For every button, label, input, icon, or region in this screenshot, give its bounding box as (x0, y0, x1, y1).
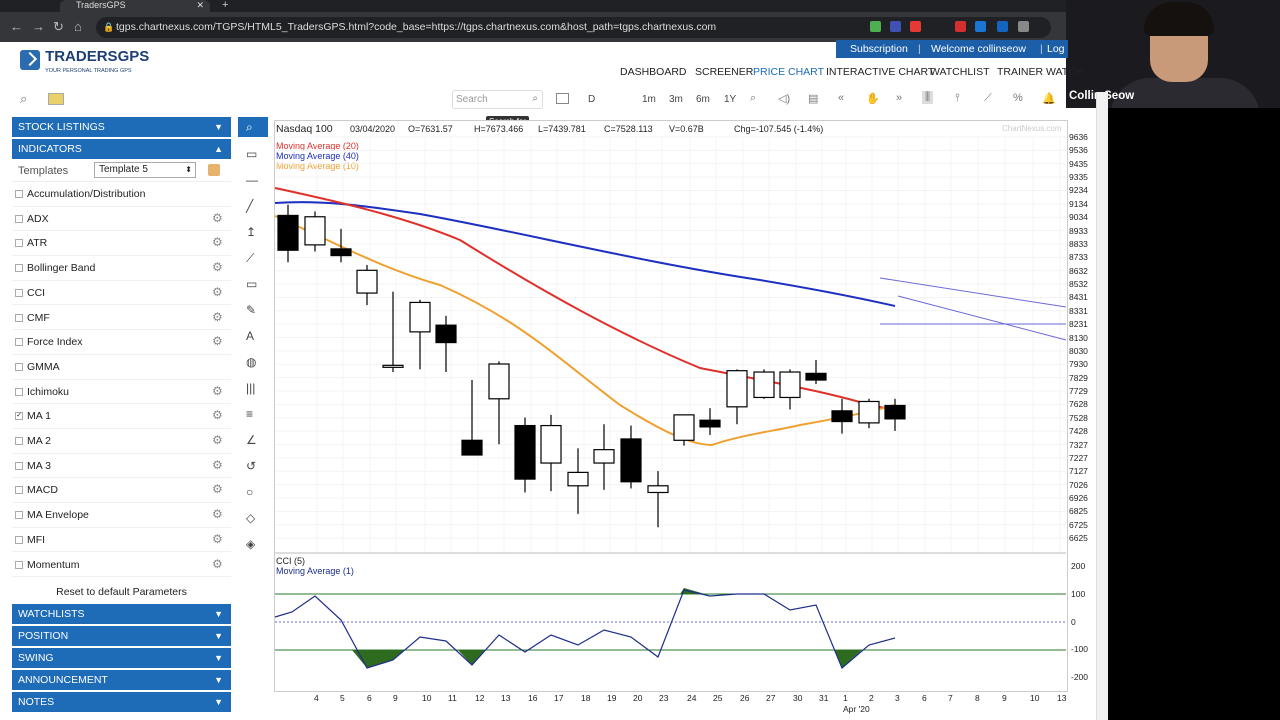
y-tick-label: 6926 (1069, 492, 1088, 503)
y-tick-label: 7628 (1069, 399, 1088, 410)
candle-body (753, 371, 775, 399)
cci-fill-oversold (835, 650, 862, 668)
x-tick-label: 4 (314, 693, 319, 703)
candle-body (779, 371, 801, 399)
candle-body (805, 372, 827, 381)
candle-body (382, 364, 404, 368)
x-tick-label: 20 (633, 693, 643, 703)
cci-fill-oversold (458, 650, 485, 665)
cci-tick-label: -200 (1071, 672, 1089, 682)
y-tick-label: 7528 (1069, 412, 1088, 423)
candle-body (726, 370, 748, 408)
y-tick-label: 8532 (1069, 279, 1088, 290)
x-tick-label: 7 (948, 693, 953, 703)
x-tick-label: 25 (713, 693, 723, 703)
candle-body (884, 404, 906, 420)
y-tick-label: 6725 (1069, 519, 1088, 530)
y-tick-label: 9536 (1069, 145, 1088, 156)
cci-tick-label: -100 (1071, 644, 1089, 654)
candle-body (330, 248, 352, 257)
candle-body (277, 214, 299, 251)
y-tick-label: 8933 (1069, 225, 1088, 236)
x-tick-label: 23 (659, 693, 669, 703)
cci-tick-label: 200 (1071, 561, 1086, 571)
y-tick-label: 7227 (1069, 452, 1088, 463)
y-tick-label: 8733 (1069, 252, 1088, 263)
candle-body (435, 324, 457, 344)
x-tick-label: 12 (475, 693, 485, 703)
y-tick-label: 7127 (1069, 466, 1088, 477)
y-tick-label: 8431 (1069, 292, 1088, 303)
candle-body (620, 438, 642, 483)
x-tick-label: 19 (607, 693, 617, 703)
x-tick-label: 9 (1002, 693, 1007, 703)
x-tick-label: 13 (1057, 693, 1067, 703)
y-tick-label: 8833 (1069, 238, 1088, 249)
x-tick-label: 11 (448, 693, 457, 703)
candle-body (647, 485, 669, 494)
candle-body (514, 424, 536, 480)
x-tick-label: 31 (819, 693, 829, 703)
x-tick-label: 5 (340, 693, 345, 703)
y-tick-label: 8331 (1069, 305, 1088, 316)
candle-body (356, 269, 378, 294)
cci-tick-label: 100 (1071, 589, 1086, 599)
x-tick-label: 16 (528, 693, 538, 703)
x-tick-label: 9 (393, 693, 398, 703)
y-tick-label: 9134 (1069, 198, 1088, 209)
x-tick-label: 26 (740, 693, 750, 703)
cci-tick-label: 0 (1071, 617, 1076, 627)
y-tick-label: 7026 (1069, 479, 1088, 490)
y-tick-label: 7327 (1069, 439, 1088, 450)
x-tick-label: 24 (687, 693, 697, 703)
candle-body (540, 424, 562, 464)
x-tick-label: 10 (422, 693, 432, 703)
x-tick-label: 2 (869, 693, 874, 703)
x-tick-label: 27 (766, 693, 776, 703)
x-tick-label: 6 (367, 693, 372, 703)
x-tick-label: 18 (581, 693, 591, 703)
x-tick-label: 10 (1030, 693, 1040, 703)
y-tick-label: 7930 (1069, 359, 1088, 370)
x-tick-label: 1 (843, 693, 848, 703)
x-tick-label: 13 (501, 693, 511, 703)
candle-body (304, 216, 326, 246)
x-tick-label: 8 (975, 693, 980, 703)
ma-10-line (274, 215, 896, 447)
x-tick-label: 17 (554, 693, 564, 703)
x-tick-label: 6 (922, 693, 927, 703)
y-tick-label: 8030 (1069, 345, 1088, 356)
y-tick-label: 6825 (1069, 506, 1088, 517)
y-tick-label: 7829 (1069, 372, 1088, 383)
candle-body (593, 449, 615, 464)
y-tick-label: 9335 (1069, 172, 1088, 183)
x-tick-label: 3 (895, 693, 900, 703)
y-tick-label: 8231 (1069, 319, 1088, 330)
y-tick-label: 9636 (1069, 132, 1088, 142)
y-tick-label: 9435 (1069, 158, 1088, 169)
candle-body (699, 419, 721, 428)
chart-drawing (274, 136, 1067, 669)
y-tick-label: 8632 (1069, 265, 1088, 276)
y-tick-label: 8130 (1069, 332, 1088, 343)
y-tick-label: 9234 (1069, 185, 1088, 196)
candle-body (488, 363, 510, 400)
candle-body (831, 410, 853, 423)
y-tick-label: 7729 (1069, 386, 1088, 397)
y-tick-label: 9034 (1069, 212, 1088, 223)
trend-line (879, 277, 1067, 308)
x-month-label: Apr '20 (843, 704, 870, 714)
x-tick-label: 30 (793, 693, 803, 703)
y-tick-label: 6625 (1069, 533, 1088, 544)
candle-body (409, 301, 431, 333)
candle-body (858, 400, 880, 424)
candle-body (567, 471, 589, 487)
candle-body (461, 439, 483, 456)
y-tick-label: 7428 (1069, 426, 1088, 437)
candle-body (673, 414, 695, 441)
cci-fill-oversold (352, 650, 405, 668)
